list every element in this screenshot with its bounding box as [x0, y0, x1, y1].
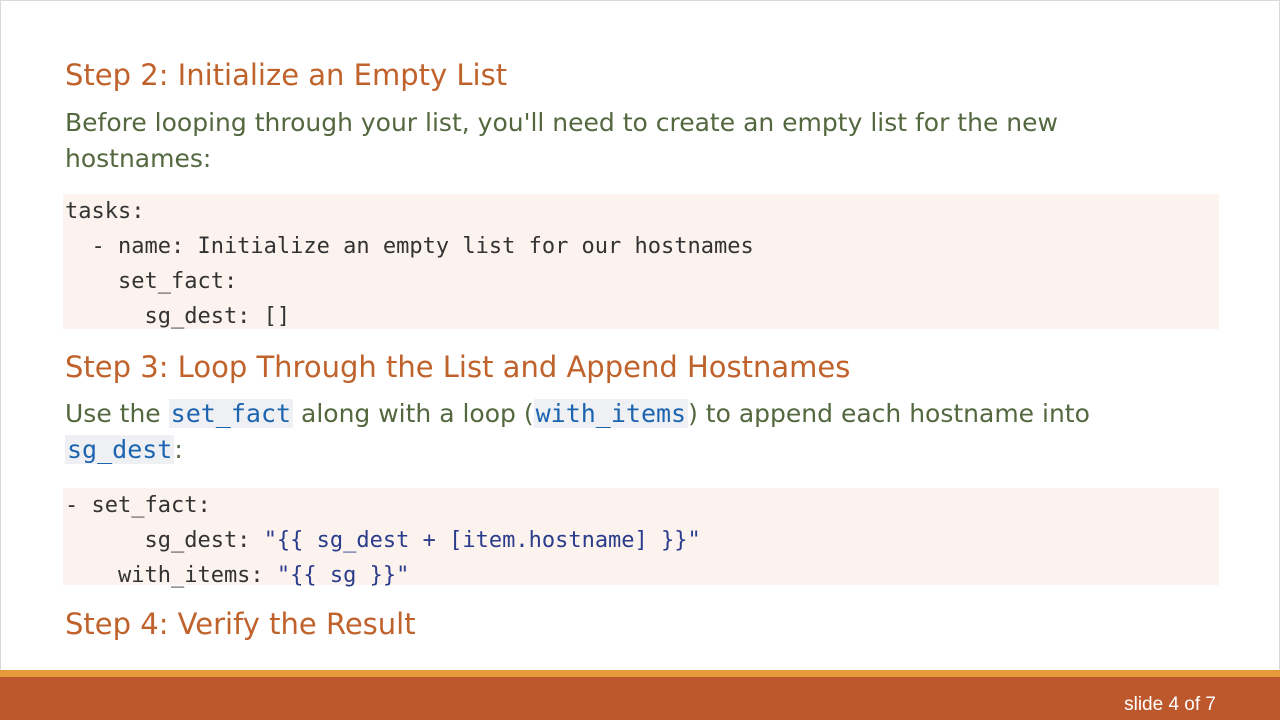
step4-heading: Step 4: Verify the Result: [65, 607, 416, 641]
step2-heading: Step 2: Initialize an Empty List: [65, 58, 508, 92]
step2-paragraph: Before looping through your list, you'll…: [65, 108, 1058, 173]
code-line: sg_dest: []: [65, 304, 291, 329]
step3-heading: Step 3: Loop Through the List and Append…: [65, 350, 851, 384]
step3-code-block: - set_fact: sg_dest: "{{ sg_dest + [item…: [63, 488, 1219, 588]
code-line: with_items: "{{ sg }}": [65, 558, 1219, 593]
step3-text: :: [174, 435, 183, 464]
step3-paragraph: Use the set_fact along with a loop (with…: [65, 396, 1175, 468]
step3-text: Use the: [65, 399, 169, 428]
footer-accent-stripe: [0, 670, 1280, 677]
code-string: "{{ sg_dest + [item.hostname] }}": [263, 528, 701, 553]
code-key: sg_dest:: [65, 528, 264, 553]
code-key: with_items:: [65, 563, 277, 588]
footer-bar: [0, 670, 1280, 720]
code-line: sg_dest: "{{ sg_dest + [item.hostname] }…: [65, 523, 1219, 558]
inline-code-set-fact: set_fact: [168, 399, 294, 428]
inline-code-sg-dest: sg_dest: [65, 435, 175, 464]
code-string: "{{ sg }}": [276, 563, 410, 588]
step3-text: ) to append each hostname into: [688, 399, 1090, 428]
code-line: - set_fact:: [65, 493, 211, 518]
code-line: tasks:: [65, 199, 145, 224]
code-line: set_fact:: [65, 269, 238, 294]
slide: Step 2: Initialize an Empty List Before …: [0, 0, 1280, 719]
slide-number: slide 4 of 7: [1124, 694, 1216, 715]
footer-band: [0, 677, 1280, 720]
step2-code-block: tasks: - name: Initialize an empty list …: [63, 194, 1219, 329]
step3-text: along with a loop (: [293, 399, 534, 428]
inline-code-with-items: with_items: [533, 399, 689, 428]
code-line: - name: Initialize an empty list for our…: [65, 234, 754, 259]
